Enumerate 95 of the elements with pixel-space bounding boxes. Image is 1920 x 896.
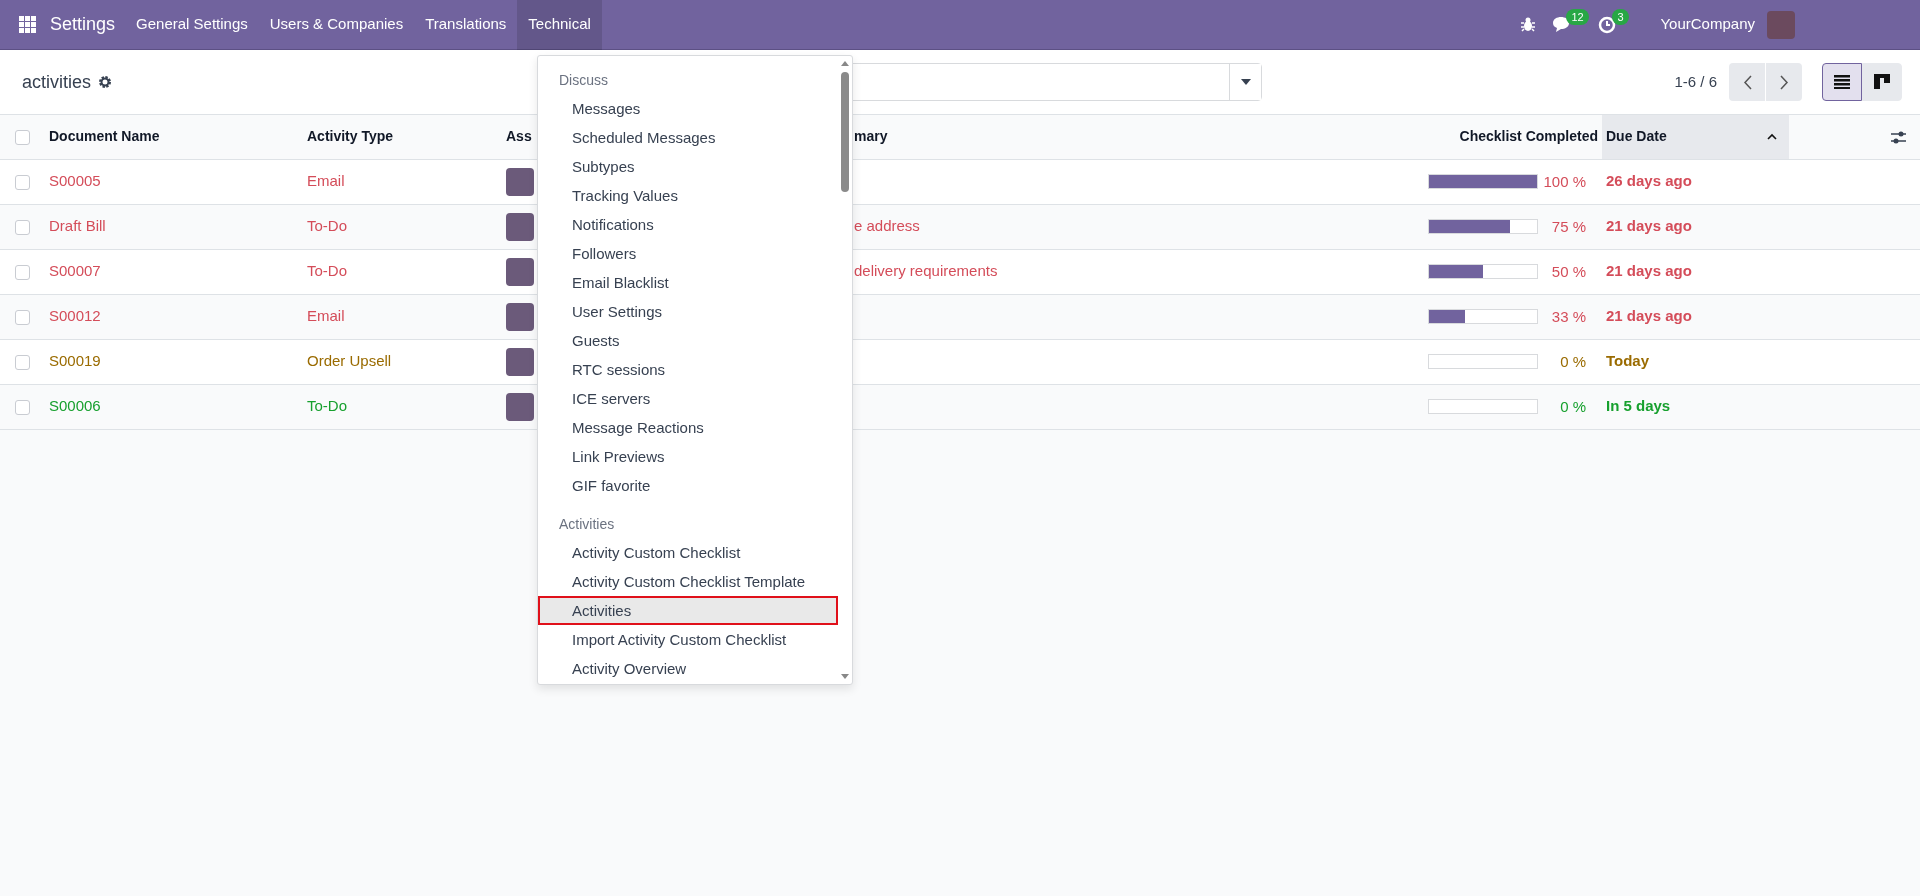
column-header[interactable]: Activity Type xyxy=(307,128,394,145)
menu-item[interactable]: Activity Custom Checklist xyxy=(538,538,838,567)
progress-percent: 0 % xyxy=(1559,396,1586,417)
menu-item[interactable]: Email Blacklist xyxy=(538,268,838,297)
avatar xyxy=(506,257,534,286)
avatar xyxy=(506,347,534,376)
page-title: activities xyxy=(22,70,92,94)
column-header[interactable]: Document Name xyxy=(49,128,160,145)
row-checkbox[interactable] xyxy=(15,264,30,280)
column-header[interactable]: Checklist Completed xyxy=(1459,128,1598,145)
due-date: 21 days ago xyxy=(1606,217,1692,235)
column-header[interactable]: mary xyxy=(854,128,888,145)
app-grid-icon[interactable] xyxy=(19,16,36,33)
next-button[interactable] xyxy=(1766,63,1802,101)
progress-percent: 75 % xyxy=(1550,216,1586,237)
menu-item[interactable]: Users & Companies xyxy=(258,0,415,50)
user-avatar[interactable] xyxy=(1767,10,1795,39)
activity-type: Email xyxy=(307,307,345,325)
menu-item[interactable]: Message Reactions xyxy=(538,413,838,442)
avatar xyxy=(506,392,534,421)
due-date: 26 days ago xyxy=(1606,172,1692,190)
menu-item[interactable]: Guests xyxy=(538,326,838,355)
bug-icon xyxy=(1521,17,1536,32)
menu-item[interactable]: Import Activity Custom Checklist xyxy=(538,625,838,654)
view-list-button[interactable] xyxy=(1822,63,1862,101)
notification-count: 3 xyxy=(1612,8,1629,25)
menu-section-header: Discuss xyxy=(558,71,609,90)
scroll-up-icon xyxy=(841,61,849,66)
menu-item[interactable]: Followers xyxy=(538,239,838,268)
menu-item[interactable]: RTC sessions xyxy=(538,355,838,384)
due-date: 21 days ago xyxy=(1606,307,1692,325)
summary-text: e address xyxy=(854,217,920,235)
activity-type: To-Do xyxy=(307,397,347,415)
menu-item[interactable]: Subtypes xyxy=(538,152,838,181)
row-checkbox[interactable] xyxy=(15,309,30,325)
document-name: S00019 xyxy=(49,352,101,370)
document-name: S00005 xyxy=(49,172,101,190)
activity-type: Email xyxy=(307,172,345,190)
notification-count: 12 xyxy=(1566,9,1589,25)
avatar xyxy=(506,212,534,241)
menu-item[interactable]: Messages xyxy=(538,94,838,123)
menu-item[interactable]: Notifications xyxy=(538,210,838,239)
column-header[interactable]: Ass xyxy=(506,128,532,145)
document-name: S00012 xyxy=(49,307,101,325)
menu-item[interactable]: User Settings xyxy=(538,297,838,326)
due-date: Today xyxy=(1606,352,1650,370)
menu-item[interactable]: Link Previews xyxy=(538,442,838,471)
progress-percent: 0 % xyxy=(1559,351,1586,372)
scrollbar-thumb[interactable] xyxy=(841,72,849,192)
menu-item[interactable]: Activities xyxy=(538,596,838,625)
due-date: 21 days ago xyxy=(1606,262,1692,280)
previous-button[interactable] xyxy=(1729,63,1765,101)
scroll-down-icon xyxy=(841,674,849,679)
menu-item[interactable]: Tracking Values xyxy=(538,181,838,210)
app-name: Settings xyxy=(50,13,116,36)
menu-item[interactable]: Technical xyxy=(517,0,602,50)
document-name: S00007 xyxy=(49,262,101,280)
chevron-right-icon xyxy=(1779,74,1789,90)
company-name[interactable]: YourCompany xyxy=(1660,13,1755,36)
view-kanban-button[interactable] xyxy=(1862,63,1902,101)
activity-type: To-Do xyxy=(307,262,347,280)
column-header[interactable]: Due Date xyxy=(1606,128,1667,145)
activity-type: To-Do xyxy=(307,217,347,235)
menu-item[interactable]: ICE servers xyxy=(538,384,838,413)
search-options-toggle[interactable] xyxy=(1229,64,1262,100)
avatar xyxy=(506,302,534,331)
progress-percent: 100 % xyxy=(1542,171,1586,192)
select-all-checkbox[interactable] xyxy=(15,130,30,146)
activity-type: Order Upsell xyxy=(307,352,392,370)
progress-percent: 33 % xyxy=(1550,306,1586,327)
optional-columns-icon[interactable] xyxy=(1891,131,1906,145)
list-icon xyxy=(1834,74,1850,90)
row-checkbox[interactable] xyxy=(15,219,30,235)
caret-icon xyxy=(1240,79,1251,85)
pager-value: 1-6 / 6 xyxy=(1674,71,1717,92)
row-checkbox[interactable] xyxy=(15,354,30,370)
avatar xyxy=(506,167,534,196)
row-checkbox[interactable] xyxy=(15,399,30,415)
settings-icon[interactable] xyxy=(98,75,113,89)
menu-item[interactable]: GIF favorite xyxy=(538,471,838,500)
menu-item[interactable]: Translations xyxy=(414,0,518,50)
due-date: In 5 days xyxy=(1606,397,1671,415)
document-name: Draft Bill xyxy=(49,217,106,235)
summary-text: delivery requirements xyxy=(854,262,998,280)
menu-item[interactable]: Scheduled Messages xyxy=(538,123,838,152)
menu-section-header: Activities xyxy=(558,515,616,534)
menu-item[interactable]: Activity Custom Checklist Template xyxy=(538,567,838,596)
menu-item[interactable]: General Settings xyxy=(125,0,259,50)
chevron-left-icon xyxy=(1742,74,1752,90)
row-checkbox[interactable] xyxy=(15,174,30,190)
document-name: S00006 xyxy=(49,397,101,415)
kanban-icon xyxy=(1874,74,1890,90)
clock-icon[interactable] xyxy=(1598,15,1617,34)
menu-item[interactable]: Activity Overview xyxy=(538,654,838,683)
progress-percent: 50 % xyxy=(1550,261,1586,282)
